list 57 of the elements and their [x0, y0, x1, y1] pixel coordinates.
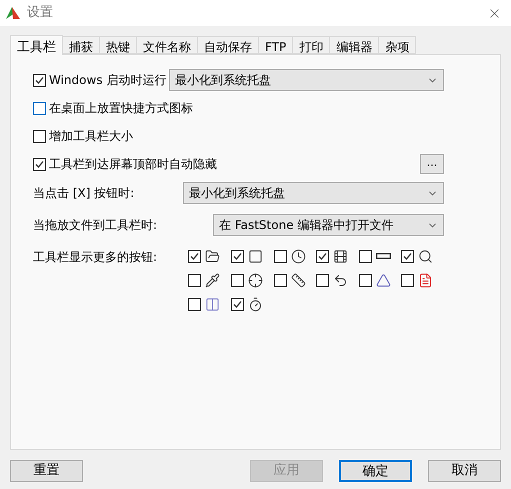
dialog-button[interactable]: 重置 — [10, 460, 83, 482]
checkbox[interactable] — [230, 298, 244, 310]
ruler-icon — [290, 272, 306, 288]
magnifier-icon — [418, 248, 434, 264]
checkbox[interactable] — [274, 274, 287, 286]
option-label: Windows 启动时运行 — [49, 72, 168, 89]
checkbox[interactable] — [401, 250, 414, 262]
film-icon — [333, 248, 348, 264]
tab[interactable]: 热键 — [100, 36, 137, 54]
checkbox[interactable] — [358, 250, 372, 262]
checkbox[interactable] — [230, 250, 244, 262]
tab[interactable]: 自动保存 — [198, 36, 259, 54]
checkbox[interactable] — [358, 274, 372, 286]
bar-icon — [376, 253, 391, 259]
dropdown[interactable]: 最小化到系统托盘 — [169, 69, 444, 91]
checkbox[interactable] — [401, 274, 414, 286]
rectangle-icon — [248, 248, 263, 264]
app-logo-icon — [5, 5, 21, 21]
dialog-button[interactable]: 取消 — [428, 460, 501, 482]
dropdown[interactable]: 在 FastStone 编辑器中打开文件 — [213, 214, 444, 236]
tab[interactable]: 工具栏 — [10, 35, 63, 55]
checkbox[interactable] — [316, 274, 330, 286]
triangle-icon — [376, 272, 391, 288]
dropper-icon — [205, 272, 220, 288]
stopwatch-icon — [248, 296, 263, 312]
option-label: 当拖放文件到工具栏时: — [33, 217, 158, 234]
checkbox[interactable] — [33, 130, 46, 142]
dropdown[interactable]: 最小化到系统托盘 — [183, 182, 444, 204]
checkbox[interactable] — [230, 274, 244, 286]
clock-icon — [290, 248, 306, 264]
split-icon — [205, 296, 220, 312]
window-title: 设置 — [27, 4, 53, 22]
checkbox[interactable] — [188, 274, 202, 286]
checkbox[interactable] — [274, 250, 287, 262]
option-label: 工具栏到达屏幕顶部时自动隐藏 — [49, 156, 218, 173]
checkbox[interactable] — [316, 250, 330, 262]
tab[interactable]: 捕获 — [63, 36, 100, 54]
folder-icon — [205, 248, 220, 264]
checkbox[interactable] — [188, 250, 202, 262]
dialog-button[interactable]: 确定 — [339, 460, 412, 482]
tab[interactable]: FTP — [259, 36, 294, 54]
pdf-icon — [418, 272, 434, 288]
option-label: 工具栏显示更多的按钮: — [33, 249, 158, 266]
checkbox[interactable] — [33, 158, 46, 170]
option-label: 增加工具栏大小 — [49, 128, 133, 145]
tab[interactable]: 文件名称 — [137, 36, 198, 54]
tab[interactable]: 打印 — [293, 36, 330, 54]
more-button[interactable]: ... — [420, 154, 444, 174]
tab[interactable]: 杂项 — [379, 36, 416, 54]
crosshair-icon — [248, 272, 263, 288]
tab[interactable]: 编辑器 — [330, 36, 380, 54]
checkbox[interactable] — [188, 298, 202, 310]
option-label: 在桌面上放置快捷方式图标 — [49, 100, 193, 117]
checkbox[interactable] — [33, 74, 46, 86]
checkbox[interactable] — [33, 102, 46, 114]
undo-arrow-icon — [333, 272, 348, 288]
option-label: 当点击 [X] 按钮时: — [33, 185, 136, 202]
